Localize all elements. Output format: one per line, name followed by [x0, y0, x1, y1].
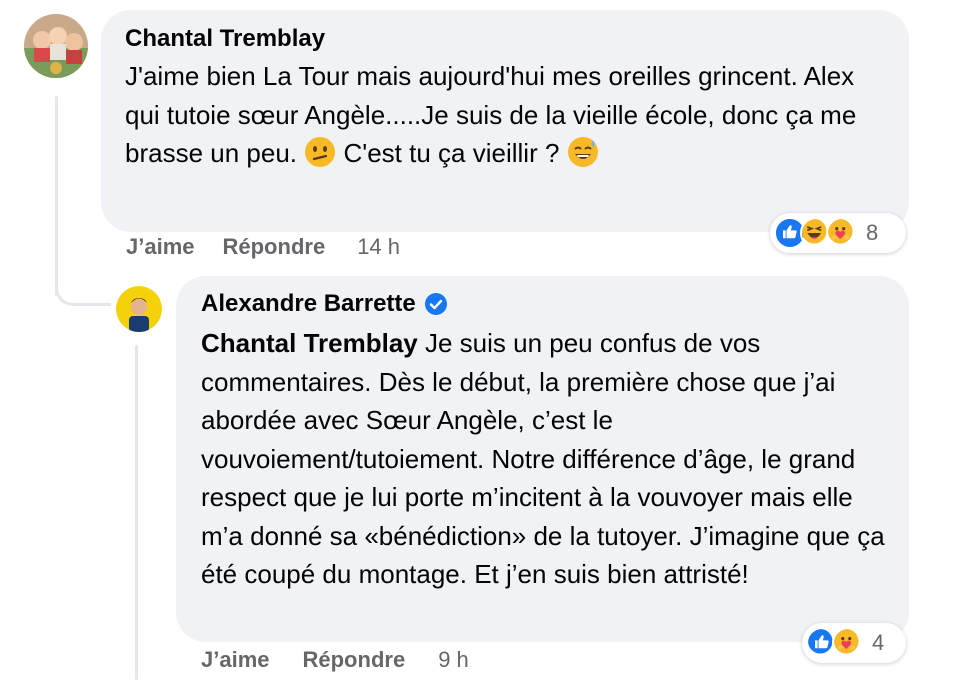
grinning-sweat-face-icon	[567, 136, 599, 168]
thread-line	[55, 96, 58, 296]
reply-actions: J’aime Répondre 9 h	[201, 647, 469, 673]
care-reaction-icon	[826, 217, 858, 249]
like-button[interactable]: J’aime	[126, 234, 195, 260]
reply-button[interactable]: Répondre	[223, 234, 326, 260]
verified-badge-icon	[424, 293, 447, 315]
comment-bubble: Chantal Tremblay J'aime bien La Tour mai…	[101, 10, 909, 232]
comment-timestamp[interactable]: 14 h	[357, 234, 400, 260]
comment-actions: J’aime Répondre 14 h	[126, 234, 400, 260]
reply-avatar[interactable]	[116, 286, 162, 332]
reply-thread-line	[135, 345, 138, 680]
confused-face-icon	[304, 136, 336, 168]
reaction-count: 8	[866, 220, 879, 245]
reply-author-name[interactable]: Alexandre Barrette	[201, 290, 416, 318]
care-reaction-icon	[832, 627, 864, 659]
reply-timestamp[interactable]: 9 h	[438, 647, 469, 673]
mention-link[interactable]: Chantal Tremblay	[201, 328, 418, 358]
reply-reaction-count: 4	[872, 630, 885, 655]
reply-like-button[interactable]: J’aime	[201, 647, 270, 673]
reply-body: Je suis un peu confus de vos commentaire…	[201, 328, 885, 589]
comment-body-end: C'est tu ça vieillir ?	[343, 138, 560, 168]
reply-reply-button[interactable]: Répondre	[303, 647, 406, 673]
avatar[interactable]	[24, 14, 88, 78]
reply-reaction-summary[interactable]: 4	[802, 623, 906, 663]
reply-bubble: Alexandre Barrette Chantal Tremblay Je s…	[176, 276, 909, 642]
thread-connector	[55, 270, 111, 306]
reaction-summary[interactable]: 8	[770, 213, 906, 253]
reply-author[interactable]: Alexandre Barrette	[201, 290, 885, 318]
reply-text: Chantal Tremblay Je suis un peu confus d…	[201, 324, 885, 594]
comment-text: J'aime bien La Tour mais aujourd'hui mes…	[125, 57, 885, 173]
comment-author[interactable]: Chantal Tremblay	[125, 25, 885, 53]
